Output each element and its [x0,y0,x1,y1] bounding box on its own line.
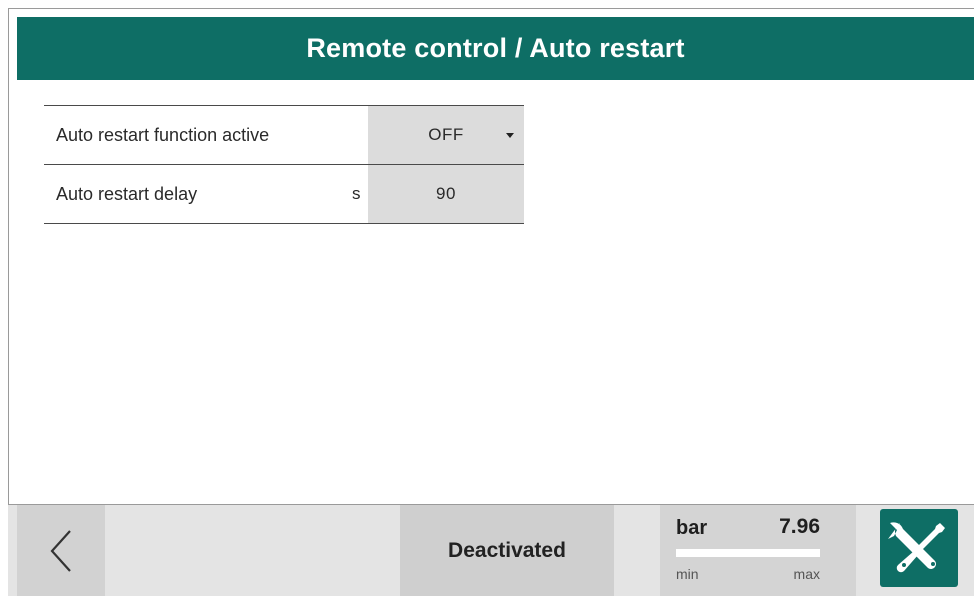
setting-row-auto-restart-active: Auto restart function active OFF [44,106,524,165]
gauge-fill [676,549,820,557]
back-button[interactable] [17,505,105,596]
setting-row-auto-restart-delay: Auto restart delay s 90 [44,165,524,224]
wrench-screwdriver-icon [888,522,945,573]
auto-restart-delay-input[interactable]: 90 [368,165,524,223]
dropdown-value: OFF [428,125,464,144]
service-tools-button[interactable] [880,509,958,587]
gauge-min-label: min [676,566,699,582]
gauge-value: 7.96 [779,515,820,538]
gauge-bar [676,549,820,557]
setting-label: Auto restart function active [56,125,270,145]
page-header: Remote control / Auto restart [17,17,974,80]
setting-label: Auto restart delay [56,184,198,204]
auto-restart-active-dropdown[interactable]: OFF [368,106,524,164]
gauge-unit: bar [676,517,708,539]
setting-unit: s [352,184,361,203]
input-value: 90 [436,184,456,203]
pressure-gauge: bar 7.96 min max [660,505,856,596]
settings-table: Auto restart function active OFF Auto re… [44,105,524,224]
page-title: Remote control / Auto restart [306,33,685,63]
gauge-max-label: max [793,566,820,582]
caret-down-icon [506,133,514,138]
status-badge: Deactivated [400,505,614,596]
chevron-left-icon [50,529,71,572]
status-text: Deactivated [448,538,566,562]
